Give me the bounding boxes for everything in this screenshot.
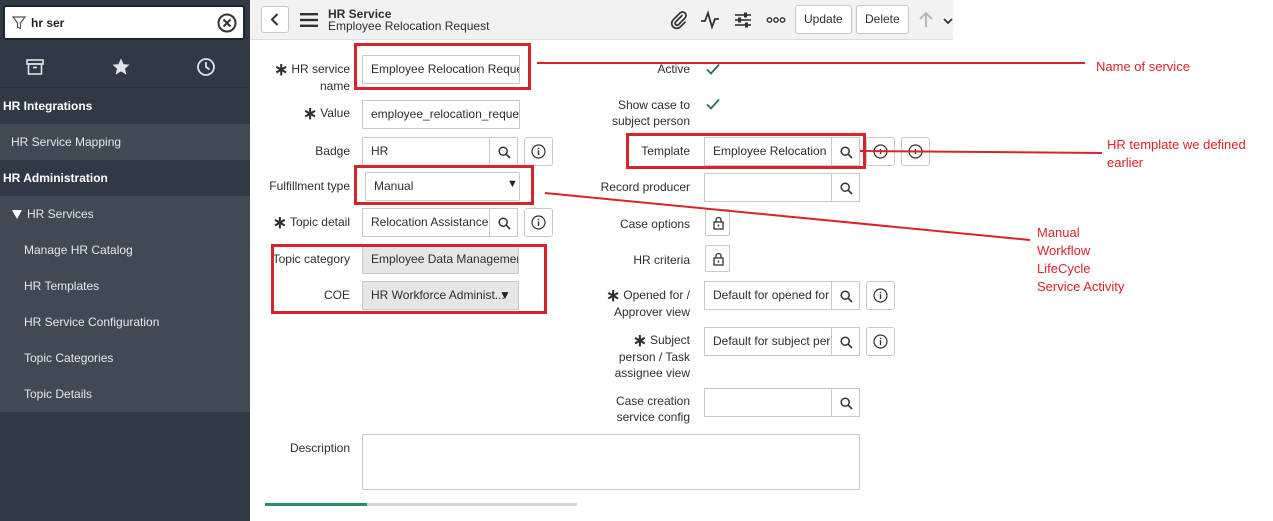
annotation-hr-template: HR template we defined earlier: [1107, 137, 1246, 170]
hr-service-name-label: ∗ HR service name: [274, 60, 350, 93]
show-case-label: Show case to subject person: [611, 98, 690, 128]
opened-for-lookup-button[interactable]: [831, 281, 860, 310]
case-creation-lookup-button[interactable]: [831, 388, 860, 417]
sidebar-filler: [0, 412, 250, 521]
opened-for-label: ∗ Opened for / Approver view: [606, 286, 690, 319]
back-button[interactable]: [261, 6, 289, 33]
record-producer-lookup-button[interactable]: [831, 173, 860, 202]
opened-for-info-button[interactable]: [866, 281, 895, 310]
chevron-down-icon[interactable]: [943, 10, 953, 30]
clear-icon[interactable]: [217, 13, 237, 33]
annotation-box-fulfillment-type: [354, 165, 534, 205]
nav-item-topic-categories[interactable]: Topic Categories: [0, 340, 250, 376]
annotation-box-template: [626, 133, 866, 169]
badge-input[interactable]: HR: [362, 137, 490, 166]
filter-input[interactable]: [31, 14, 211, 32]
value-label: ∗ Value: [302, 104, 350, 123]
nav-item-manage-hr-catalog[interactable]: Manage HR Catalog: [0, 232, 250, 268]
preview-icon: [873, 144, 888, 159]
record-producer-input[interactable]: [704, 173, 832, 202]
topic-detail-lookup-button[interactable]: [489, 208, 518, 237]
subject-person-input[interactable]: Default for subject person: [704, 327, 832, 356]
badge-info-button[interactable]: [524, 137, 553, 166]
required-icon: ∗: [272, 213, 287, 232]
hr-criteria-lock-button[interactable]: [705, 245, 730, 272]
topic-detail-label: ∗ Topic detail: [272, 213, 350, 232]
search-icon: [498, 217, 511, 230]
description-textarea[interactable]: [362, 434, 860, 490]
hamburger-menu-icon[interactable]: [300, 13, 318, 27]
nav-item-hr-service-configuration[interactable]: HR Service Configuration: [0, 304, 250, 340]
sliders-icon[interactable]: [733, 10, 753, 30]
case-creation-input[interactable]: [704, 388, 832, 417]
annotation-box-topic-category: [271, 244, 547, 314]
nav-section-hr-integrations[interactable]: HR Integrations: [0, 88, 250, 124]
navigator-sidebar: HR Integrations HR Service Mapping HR Ad…: [0, 0, 250, 521]
case-options-label: Case options: [619, 217, 690, 231]
search-icon: [840, 336, 853, 349]
badge-lookup-button[interactable]: [489, 137, 518, 166]
nav-section-hr-administration[interactable]: HR Administration: [0, 160, 250, 196]
record-name: Employee Relocation Request: [328, 19, 490, 33]
nav-item-hr-service-mapping[interactable]: HR Service Mapping: [0, 124, 250, 160]
required-icon: ∗: [606, 286, 621, 305]
nav-item-hr-services[interactable]: HR Services: [0, 196, 250, 232]
lock-icon: [713, 216, 724, 230]
info-icon: [531, 144, 546, 159]
info-icon: [873, 288, 888, 303]
subject-person-label: ∗ Subject person / Task assignee view: [614, 331, 690, 380]
value-input[interactable]: employee_relocation_request: [362, 100, 520, 129]
nav-item-hr-templates[interactable]: HR Templates: [0, 268, 250, 304]
case-creation-label: Case creation service config: [615, 394, 690, 424]
opened-for-input[interactable]: Default for opened for: [704, 281, 832, 310]
annotation-fulfillment-options: Manual Workflow LifeCycle Service Activi…: [1037, 225, 1125, 294]
info-icon: [873, 334, 888, 349]
info-icon: [531, 215, 546, 230]
clock-icon[interactable]: [196, 57, 216, 77]
nav-item-topic-details[interactable]: Topic Details: [0, 376, 250, 412]
template-preview-button[interactable]: [866, 137, 895, 166]
caret-down-icon: [12, 209, 22, 219]
show-case-checkbox[interactable]: [705, 96, 721, 112]
active-checkbox[interactable]: [705, 61, 721, 77]
preview-icon: [908, 144, 923, 159]
hr-criteria-label: HR criteria: [633, 253, 690, 267]
archive-icon[interactable]: [25, 57, 45, 77]
filter-icon: [12, 16, 26, 30]
badge-label: Badge: [315, 144, 350, 158]
description-label: Description: [289, 441, 350, 455]
case-options-lock-button[interactable]: [705, 209, 730, 236]
fulfillment-type-label: Fulfillment type: [269, 179, 350, 193]
template-info-button[interactable]: [901, 137, 930, 166]
record-producer-label: Record producer: [600, 180, 690, 194]
lock-icon: [713, 252, 724, 266]
activity-icon[interactable]: [700, 10, 720, 30]
required-icon: ∗: [302, 104, 318, 123]
search-icon: [840, 290, 853, 303]
annotation-name-of-service: Name of service: [1096, 59, 1190, 74]
topic-detail-input[interactable]: Relocation Assistance: [362, 208, 490, 237]
search-icon: [840, 182, 853, 195]
bottom-tab-active-indicator: [265, 503, 367, 506]
active-label: Active: [657, 62, 690, 76]
required-icon: ∗: [632, 331, 647, 350]
subject-person-lookup-button[interactable]: [831, 327, 860, 356]
paperclip-icon[interactable]: [669, 10, 689, 30]
navigator-tabs: [0, 44, 250, 88]
navigator-filter[interactable]: [3, 5, 245, 40]
arrow-up-icon[interactable]: [916, 10, 936, 30]
star-icon[interactable]: [111, 57, 131, 77]
update-button[interactable]: Update: [795, 5, 852, 34]
topic-detail-info-button[interactable]: [524, 208, 553, 237]
search-icon: [840, 397, 853, 410]
annotation-box-service-name: [354, 43, 531, 90]
required-icon: ∗: [274, 60, 289, 79]
chevron-left-icon: [270, 13, 279, 26]
search-icon: [498, 146, 511, 159]
form-header: HR Service Employee Relocation Request U…: [250, 0, 953, 40]
more-icon[interactable]: [766, 10, 786, 30]
delete-button[interactable]: Delete: [856, 5, 909, 34]
subject-person-info-button[interactable]: [866, 327, 895, 356]
